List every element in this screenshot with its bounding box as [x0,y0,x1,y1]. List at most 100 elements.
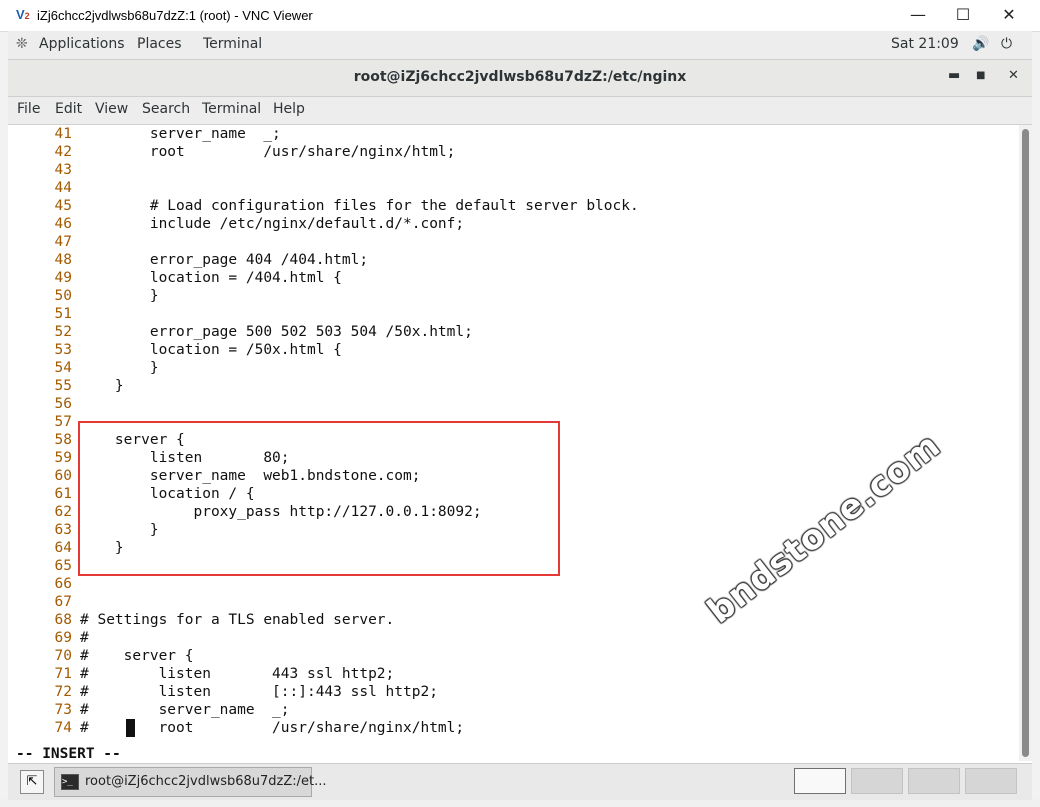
menu-view[interactable]: View [95,101,128,117]
taskbar: ⇱ >_ root@iZj6chcc2jvdlwsb68u7dzZ:/et... [8,763,1032,800]
applications-menu-icon: ❊ [16,36,28,52]
line-number: 66 [54,576,72,592]
line-number: 41 [54,126,72,142]
vnc-logo-icon: V2 [16,7,30,22]
editor-line: 51 [8,305,80,323]
workspace-3[interactable] [908,768,960,794]
line-number: 56 [54,396,72,412]
editor-line: 68 # Settings for a TLS enabled server. [8,611,395,629]
line-text: } [80,378,124,394]
line-number: 61 [54,486,72,502]
line-text: location = /50x.html { [80,342,342,358]
line-text: } [80,288,159,304]
menu-file[interactable]: File [17,101,40,117]
show-desktop-icon[interactable]: ⇱ [20,770,44,794]
line-text: # Settings for a TLS enabled server. [80,612,395,628]
line-number: 68 [54,612,72,628]
line-number: 54 [54,360,72,376]
volume-icon[interactable]: 🔊 [972,36,989,52]
line-number: 55 [54,378,72,394]
menu-search[interactable]: Search [142,101,190,117]
line-number: 67 [54,594,72,610]
line-number: 63 [54,522,72,538]
editor-line: 56 [8,395,80,413]
line-number: 49 [54,270,72,286]
editor-line: 73 # server_name _; [8,701,290,719]
line-number: 72 [54,684,72,700]
line-text: root /usr/share/nginx/html; [80,144,456,160]
vim-editor[interactable]: 41 server_name _; 42 root /usr/share/ngin… [8,125,1019,761]
line-number: 74 [54,720,72,736]
editor-line: 72 # listen [::]:443 ssl http2; [8,683,438,701]
vnc-window-title: iZj6chcc2jvdlwsb68u7dzZ:1 (root) - VNC V… [37,8,313,23]
line-number: 60 [54,468,72,484]
line-number: 42 [54,144,72,160]
line-number: 65 [54,558,72,574]
minimize-icon[interactable]: — [906,4,930,26]
line-number: 44 [54,180,72,196]
line-text: # server_name _; [80,702,290,718]
desktop-bottom-edge [0,799,1040,807]
line-number: 71 [54,666,72,682]
taskbar-terminal-label: root@iZj6chcc2jvdlwsb68u7dzZ:/et... [85,774,327,789]
editor-line: 48 error_page 404 /404.html; [8,251,369,269]
editor-line: 41 server_name _; [8,125,281,143]
line-text: # server { [80,648,194,664]
applications-menu[interactable]: Applications [39,36,125,52]
clock[interactable]: Sat 21:09 [891,36,959,52]
editor-line: 50 } [8,287,159,305]
terminal-maximize-icon[interactable]: ■ [976,70,985,81]
line-number: 48 [54,252,72,268]
places-menu[interactable]: Places [137,36,182,52]
editor-line: 70 # server { [8,647,194,665]
vim-mode-indicator: -- INSERT -- [16,746,121,761]
terminal-close-icon[interactable]: ✕ [1008,68,1019,83]
line-number: 51 [54,306,72,322]
menu-help[interactable]: Help [273,101,305,117]
editor-scrollbar[interactable] [1019,125,1032,761]
line-text: # root /usr/share/nginx/html; [80,720,465,736]
editor-line: 65 [8,557,80,575]
workspace-1[interactable] [794,768,846,794]
line-text: # Load configuration files for the defau… [80,198,639,214]
menu-edit[interactable]: Edit [55,101,82,117]
editor-line: 55 } [8,377,124,395]
line-number: 47 [54,234,72,250]
line-number: 62 [54,504,72,520]
editor-line: 57 [8,413,80,431]
line-text: location = /404.html { [80,270,342,286]
terminal-app-menu[interactable]: Terminal [203,36,262,52]
editor-line: 45 # Load configuration files for the de… [8,197,639,215]
line-number: 64 [54,540,72,556]
taskbar-terminal-button[interactable]: >_ root@iZj6chcc2jvdlwsb68u7dzZ:/et... [54,767,327,797]
close-icon[interactable]: ✕ [997,4,1021,26]
workspace-4[interactable] [965,768,1017,794]
editor-line: 74 # root /usr/share/nginx/html; [8,719,465,737]
editor-line: 47 [8,233,80,251]
desktop-right-edge [1032,31,1040,807]
editor-line: 69 # [8,629,89,647]
maximize-icon[interactable]: ☐ [951,4,975,26]
line-number: 43 [54,162,72,178]
terminal-minimize-icon[interactable]: ▬ [948,68,960,83]
line-number: 59 [54,450,72,466]
editor-line: 54 } [8,359,159,377]
line-number: 69 [54,630,72,646]
menu-terminal[interactable]: Terminal [202,101,261,117]
workspace-2[interactable] [851,768,903,794]
editor-line: 43 [8,161,80,179]
scrollbar-thumb[interactable] [1022,129,1029,757]
line-number: 45 [54,198,72,214]
line-text: error_page 500 502 503 504 /50x.html; [80,324,473,340]
line-number: 52 [54,324,72,340]
desktop-left-edge [0,31,8,807]
highlight-box [78,421,560,576]
line-text: error_page 404 /404.html; [80,252,369,268]
line-text: # listen [::]:443 ssl http2; [80,684,438,700]
editor-line: 44 [8,179,80,197]
line-text: include /etc/nginx/default.d/*.conf; [80,216,465,232]
line-text: } [80,360,159,376]
power-icon[interactable]: ⏻ [1001,36,1012,52]
editor-line: 53 location = /50x.html { [8,341,342,359]
line-number: 58 [54,432,72,448]
